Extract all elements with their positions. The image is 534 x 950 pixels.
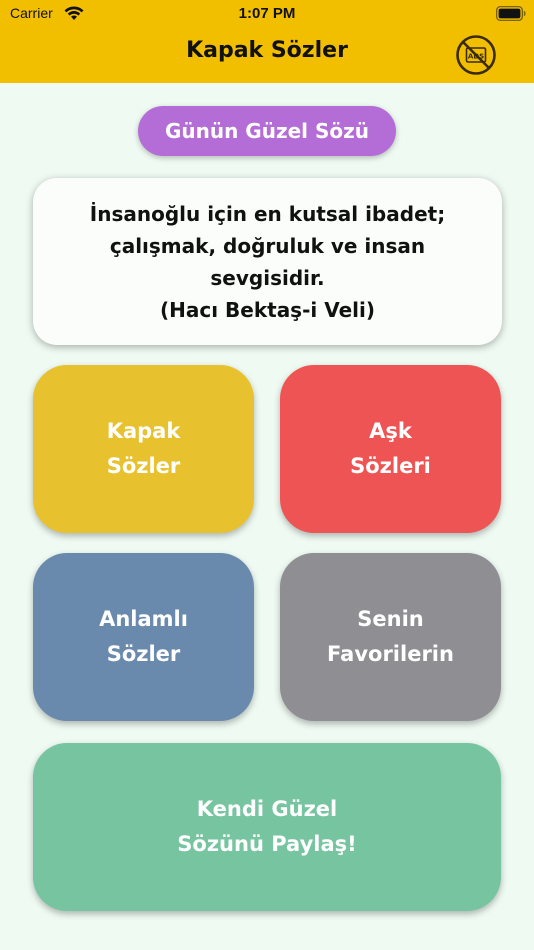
- tile-label-line1: Kapak: [106, 419, 181, 443]
- no-ads-icon[interactable]: ADS: [455, 34, 497, 76]
- tile-label-line2: Sözünü Paylaş!: [177, 832, 357, 856]
- tile-label-line2: Sözler: [106, 642, 181, 666]
- tile-label-line1: Anlamlı: [99, 607, 188, 631]
- quote-author: (Hacı Bektaş-i Veli): [159, 297, 376, 322]
- tile-label-line1: Senin: [357, 607, 424, 631]
- status-bar: Carrier 1:07 PM: [0, 0, 534, 28]
- status-time: 1:07 PM: [238, 5, 296, 22]
- daily-quote-pill[interactable]: Günün Güzel Sözü: [138, 106, 396, 156]
- tile-label-line2: Favorilerin: [327, 642, 454, 666]
- tile-label-line2: Sözleri: [350, 454, 431, 478]
- tile-label-line1: Aşk: [369, 419, 412, 443]
- tile-label-line1: Kendi Güzel: [196, 797, 338, 821]
- page-title: Kapak Sözler: [186, 38, 348, 63]
- tile-label-line2: Sözler: [106, 454, 181, 478]
- favorites-button[interactable]: Senin Favorilerin: [280, 553, 501, 721]
- battery-icon: [496, 6, 526, 21]
- kapak-sozler-button[interactable]: Kapak Sözler: [33, 365, 254, 533]
- daily-quote-card[interactable]: İnsanoğlu için en kutsal ibadet; çalışma…: [33, 178, 502, 345]
- anlamli-sozler-button[interactable]: Anlamlı Sözler: [33, 553, 254, 721]
- header-bar: Carrier 1:07 PM Kapak Sözler ADS: [0, 0, 534, 83]
- quote-text: İnsanoğlu için en kutsal ibadet; çalışma…: [89, 201, 446, 290]
- ask-sozleri-button[interactable]: Aşk Sözleri: [280, 365, 501, 533]
- share-quote-button[interactable]: Kendi Güzel Sözünü Paylaş!: [33, 743, 501, 911]
